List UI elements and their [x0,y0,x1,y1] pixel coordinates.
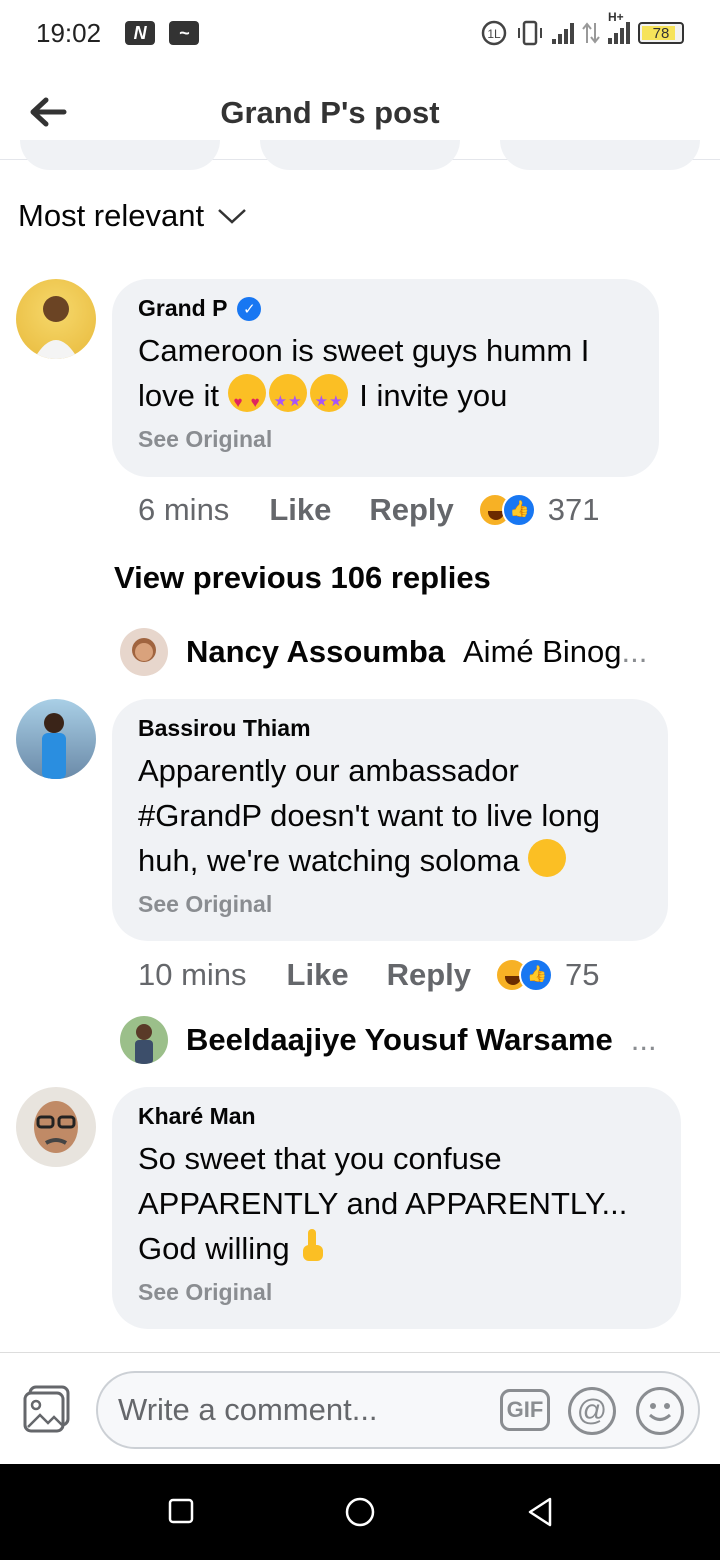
photo-icon[interactable] [22,1385,72,1433]
activity-icon: ~ [169,21,200,45]
back-triangle-icon[interactable] [526,1496,554,1528]
page-title: Grand P's post [220,94,440,130]
filter-chip[interactable] [500,140,700,170]
signal-h-plus-icon: H+ [608,10,630,44]
chevron-down-icon [218,209,246,224]
sort-label: Most relevant [18,198,205,233]
sort-dropdown[interactable]: Most relevant [18,198,248,234]
comment-text-part: I invite you [350,378,508,413]
like-reaction-icon [501,493,536,527]
filter-chip[interactable] [20,140,220,170]
verified-badge-icon: ✓ [237,296,262,321]
reaction-summary[interactable]: 371 [477,492,600,528]
comment-composer: GIF @ [0,1352,720,1464]
back-arrow-icon[interactable] [28,94,68,130]
avatar[interactable] [16,279,96,359]
comment-bubble: Kharé Man So sweet that you confuse APPA… [112,1087,681,1329]
avatar[interactable] [16,1087,96,1167]
star-struck-emoji-icon [309,374,348,424]
system-nav-bar [0,1464,720,1560]
comment-author[interactable]: Grand P [138,295,227,322]
reply-author: Nancy Assoumba [186,634,445,669]
signal-icon [552,22,574,44]
reply-ellipsis: ... [630,1022,657,1057]
pointing-up-emoji-icon [298,1227,328,1265]
comment-text: So sweet that you confuse APPARENTLY and… [138,1136,655,1271]
vibrate-icon [518,20,542,46]
home-icon[interactable] [344,1496,376,1528]
reply-author: Beeldaajiye Yousuf Warsame [186,1022,613,1057]
battery-icon: 78 [638,22,684,44]
reply-button[interactable]: Reply [369,492,453,528]
avatar-person-icon [135,1024,153,1064]
reaction-count: 371 [547,492,600,527]
comment-bubble: Bassirou Thiam Apparently our ambassador… [112,699,668,941]
comment-author[interactable]: Kharé Man [138,1103,256,1130]
comment-author[interactable]: Bassirou Thiam [138,715,311,742]
comment-text: Apparently our ambassador #GrandP doesn'… [138,748,642,883]
filter-chip[interactable] [260,140,460,170]
see-original-link[interactable]: See Original [138,426,633,453]
comment-meta: 10 mins Like Reply 75 [138,957,599,993]
network-type: H+ [608,10,624,24]
heart-eyes-emoji-icon [227,374,266,425]
mention-button[interactable]: @ [568,1387,616,1435]
reply-text: Aimé Binog [463,634,622,669]
avatar-person-icon [34,296,78,359]
status-time: 19:02 [36,17,102,48]
see-original-link[interactable]: See Original [138,1279,655,1306]
comment-time: 10 mins [138,957,247,992]
reply-ellipsis: ... [621,634,648,669]
recent-apps-icon[interactable] [168,1498,194,1524]
like-button[interactable]: Like [287,957,349,993]
status-bar: 19:02 N ~ 1L H+ 78 [0,0,720,66]
battery-level: 78 [652,24,670,42]
comment-meta: 6 mins Like Reply 371 [138,492,600,528]
hotspot-icon: 1L [481,20,507,46]
reply-preview[interactable]: Nancy Assoumba Aimé Binog... [120,628,647,676]
notification-n-icon: N [125,21,156,45]
see-original-link[interactable]: See Original [138,891,642,918]
comment-text: Cameroon is sweet guys humm I love it I … [138,328,633,425]
gif-button[interactable]: GIF [500,1389,550,1431]
svg-text:1L: 1L [487,27,501,41]
comment-time: 6 mins [138,492,230,527]
reaction-summary[interactable]: 75 [495,957,599,993]
avatar [120,628,168,676]
reply-button[interactable]: Reply [387,957,471,993]
avatar [120,1016,168,1064]
avatar[interactable] [16,699,96,779]
comment-bubble: Grand P ✓ Cameroon is sweet guys humm I … [112,279,659,477]
avatar-person-icon [34,1101,78,1153]
reply-preview[interactable]: Beeldaajiye Yousuf Warsame ... [120,1016,657,1064]
data-arrows-icon [582,22,600,44]
like-reaction-icon [519,958,553,992]
view-previous-replies-link[interactable]: View previous 106 replies [114,560,491,596]
star-struck-emoji-icon [268,374,307,424]
avatar-person-icon [42,713,66,779]
reaction-count: 75 [565,957,600,992]
avatar-person-icon [132,638,156,662]
emoji-picker-icon[interactable] [636,1387,684,1435]
like-button[interactable]: Like [269,492,331,528]
smirk-emoji-icon [528,839,567,877]
comment-text-part: So sweet that you confuse APPARENTLY and… [138,1141,628,1266]
